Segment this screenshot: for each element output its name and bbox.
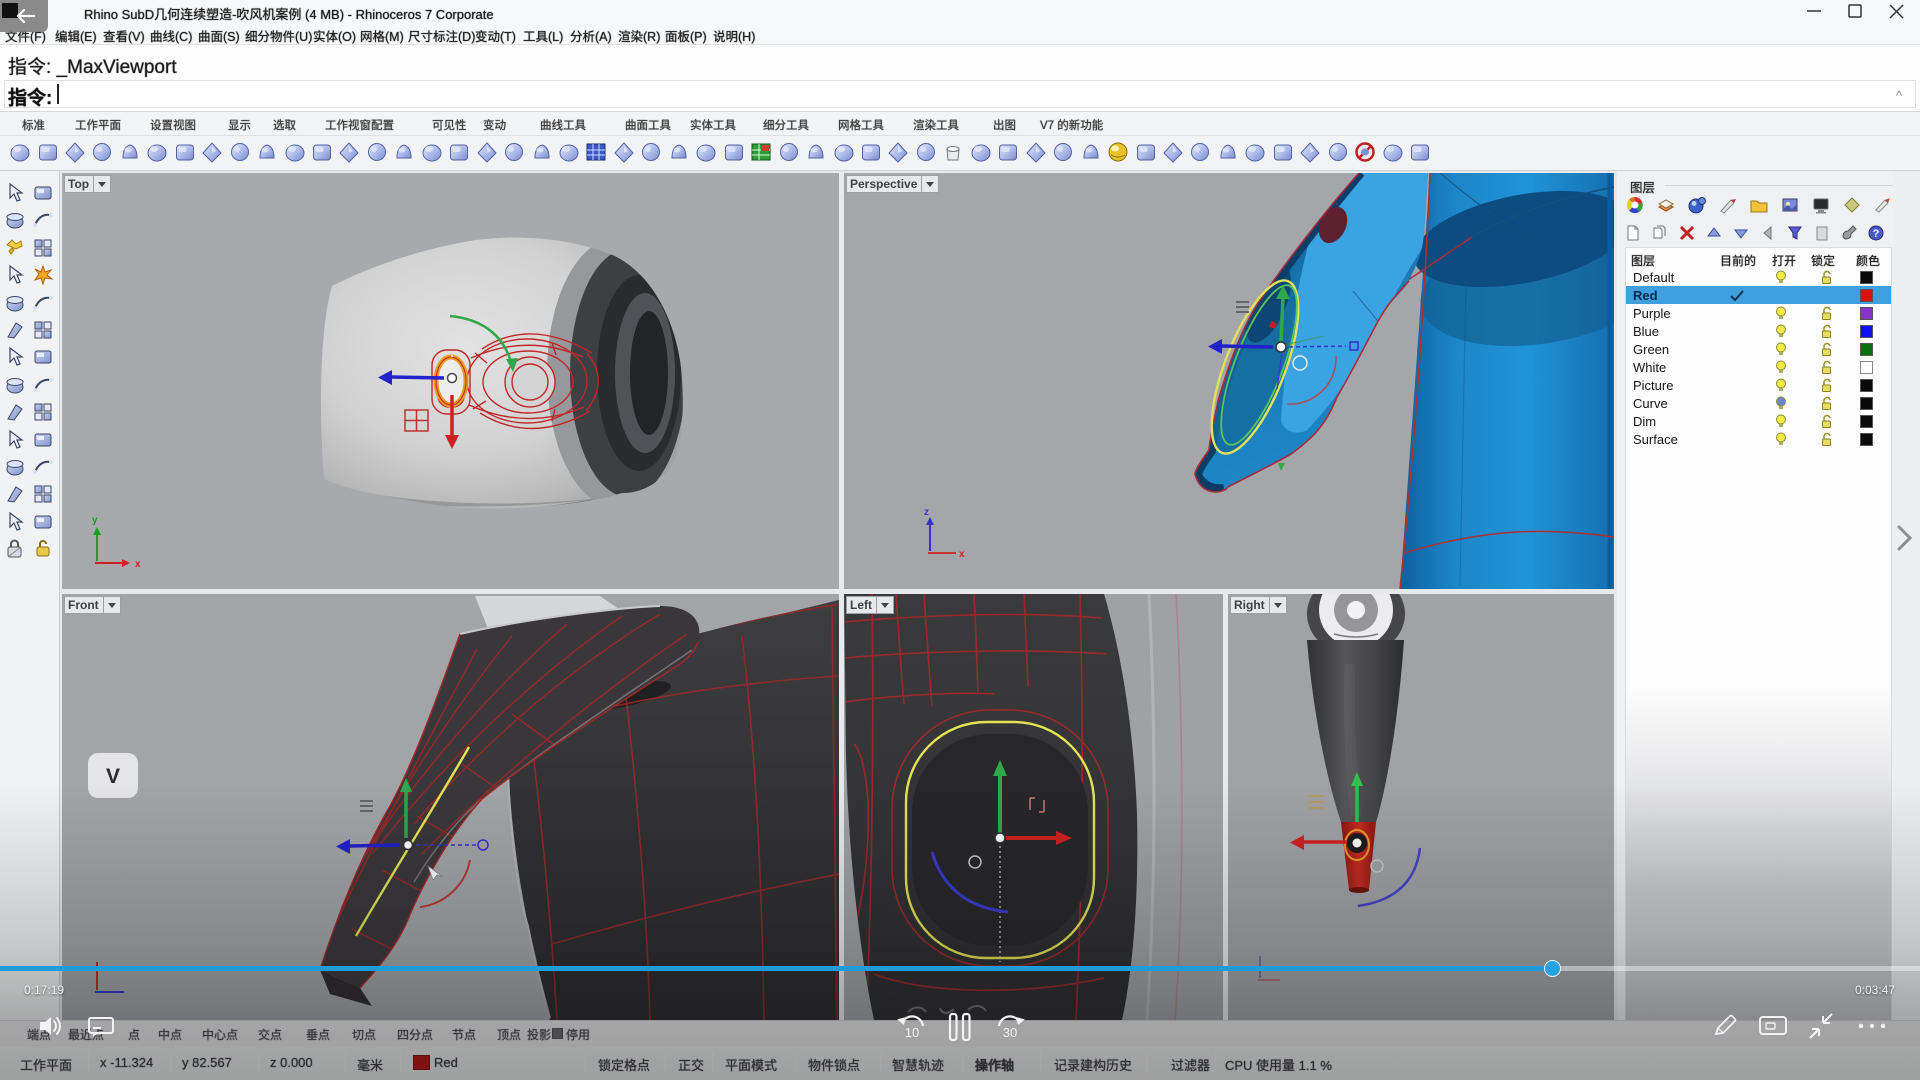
svg-text:10: 10 xyxy=(905,1025,919,1040)
svg-text:x: x xyxy=(959,549,965,560)
svg-text:x: x xyxy=(135,559,141,570)
svg-text:z: z xyxy=(924,507,929,518)
svg-text:30: 30 xyxy=(1003,1025,1017,1040)
svg-text:?: ? xyxy=(1873,228,1880,240)
svg-text:y: y xyxy=(92,515,98,526)
